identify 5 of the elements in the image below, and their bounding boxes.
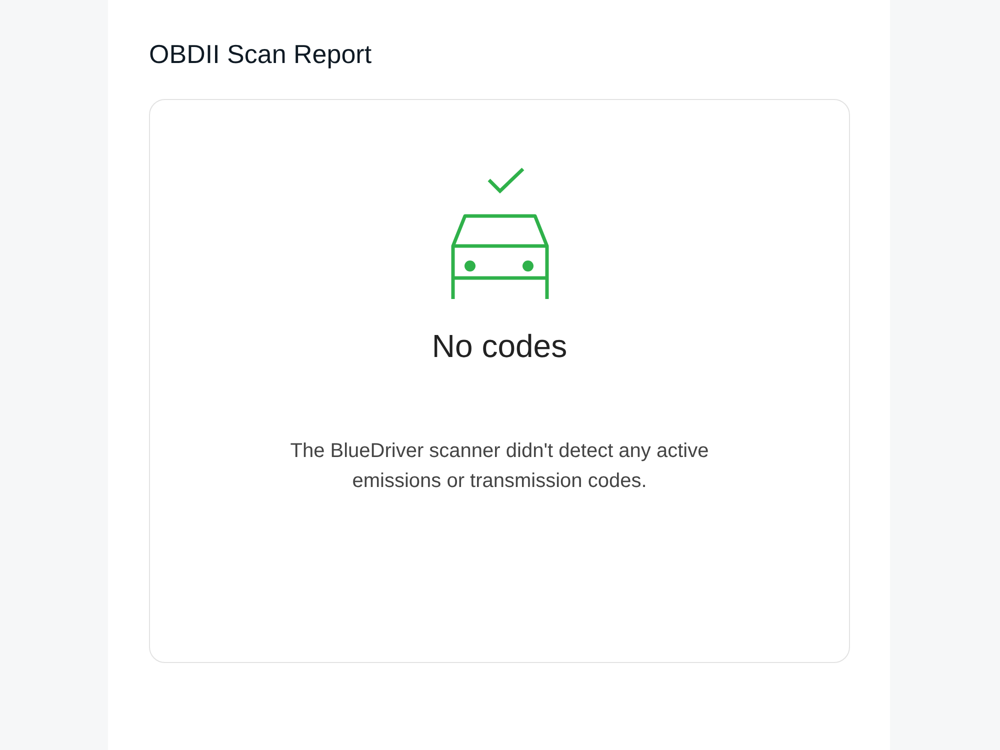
status-message: The BlueDriver scanner didn't detect any active emissions or transmission codes. bbox=[289, 439, 710, 494]
page-title: OBDII Scan Report bbox=[149, 38, 372, 71]
status-heading: No codes bbox=[432, 327, 568, 366]
car-icon bbox=[450, 214, 548, 300]
checkmark-icon bbox=[486, 166, 524, 194]
